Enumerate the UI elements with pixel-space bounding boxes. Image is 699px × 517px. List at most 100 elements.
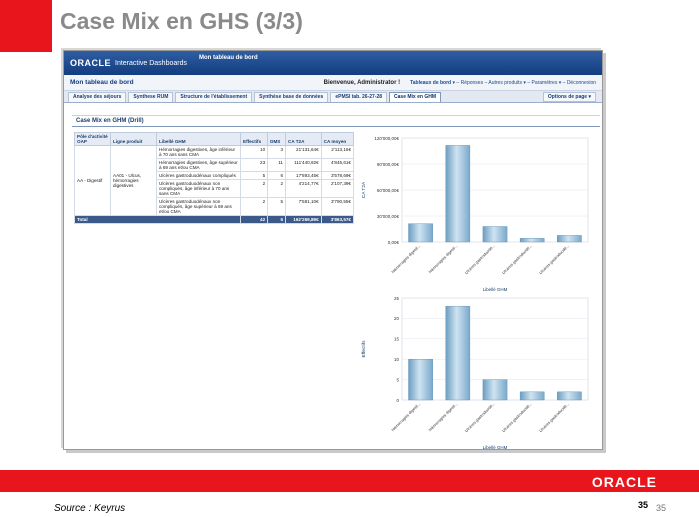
link-logout[interactable]: Déconnexion	[567, 80, 596, 86]
tab-analyse-sejours[interactable]: Analyse des séjours	[68, 92, 127, 102]
total-ca-t2a: 162'269,89€	[285, 215, 322, 224]
oracle-topbar: ORACLE Interactive Dashboards Mon tablea…	[64, 51, 602, 75]
libelle-cell[interactable]: Ulcères gastroduodénaux compliqués	[156, 171, 241, 180]
table-row: AA - Digestif AA01 - Ulcus, hémorragies …	[74, 145, 355, 216]
dashboard-tabs: Analyse des séjours Synthese RUM Structu…	[64, 91, 602, 103]
page-number-small: 35	[656, 503, 667, 513]
link-settings[interactable]: Paramètres	[532, 80, 558, 86]
welcome-text: Bienvenue, Administrator !	[323, 79, 401, 86]
table-header-row: Pôle d'activité OAP Ligne produit Libell…	[74, 132, 355, 146]
y-tick-label: 5	[396, 377, 399, 382]
x-tick-label: Ulcères gastroduodé...	[501, 243, 533, 275]
effectifs-chart: 0 5 10 15 20 25 Effectifs Hémorragies digesti..…	[356, 292, 600, 450]
ca-t2a-cell: 4'214,77€	[285, 179, 322, 198]
ca-moyen-cell: 3'578,69€	[320, 171, 355, 180]
bar	[408, 223, 433, 243]
y-tick-label: 10	[394, 357, 400, 362]
bar	[557, 391, 582, 401]
ca-moyen-cell: 2'113,16€	[320, 145, 355, 159]
product-name: Interactive Dashboards	[115, 59, 187, 67]
dms-cell: 11	[267, 158, 286, 172]
total-ca-moyen: 3'863,57€	[320, 215, 355, 224]
dms-cell: 5	[267, 197, 286, 216]
oracle-logo: ORACLE	[70, 58, 111, 68]
link-products[interactable]: Autres produits	[488, 80, 522, 86]
x-tick-label: Ulcères gastroduodé...	[464, 243, 496, 275]
libelle-cell[interactable]: Hémorragies digestives, âge inférieur à …	[156, 145, 241, 159]
y-tick-label: 25	[394, 296, 400, 301]
x-tick-label: Hémorragies digesti...	[390, 401, 421, 432]
bar	[445, 305, 471, 401]
source-note: Source : Keyrus	[54, 503, 126, 514]
y-tick-label: 0	[396, 398, 399, 403]
ca-t2a-cell: 111'440,92€	[285, 158, 322, 172]
libelle-cell[interactable]: Ulcères gastroduodénaux non compliqués, …	[156, 179, 241, 198]
tab-epmsi[interactable]: ePMSI tab. 26-27-28	[330, 92, 388, 102]
x-tick-label: Ulcères gastroduodé...	[538, 243, 570, 275]
y-tick-label: 0,00€	[388, 240, 400, 245]
y-axis-label: Effectifs	[361, 340, 367, 358]
bar-chart-svg-1: 0 5 10 15 20 25 Effectifs Hémorragies digesti..…	[361, 296, 589, 450]
ca-t2a-cell: 7'581,10€	[285, 197, 322, 216]
red-corner-block	[0, 0, 52, 52]
total-label: Total	[74, 215, 241, 224]
y-tick-label: 60'000,00€	[377, 188, 400, 193]
col-dms[interactable]: DMS	[267, 132, 286, 146]
total-row: Total 42 5 162'269,89€ 3'863,57€	[74, 215, 355, 224]
col-ligne[interactable]: Ligne produit	[110, 132, 157, 146]
footer-oracle-logo: ORACLE	[591, 474, 657, 490]
dms-cell: 6	[267, 171, 286, 180]
x-tick-label: Hémorragies digesti...	[427, 243, 458, 274]
col-pole[interactable]: Pôle d'activité OAP	[74, 132, 111, 146]
ligne-cell[interactable]: AA01 - Ulcus, hémorragies digestives	[110, 145, 157, 216]
bar	[445, 145, 471, 243]
tab-synthese-base[interactable]: Synthèse base de données	[254, 92, 329, 102]
dms-cell: 3	[267, 145, 286, 159]
effectifs-cell: 23	[239, 158, 269, 172]
bar	[408, 358, 433, 401]
total-dms: 5	[267, 215, 286, 224]
bar	[519, 238, 545, 243]
y-tick-label: 30'000,00€	[377, 214, 400, 219]
ca-t2a-chart: 0,00€ 30'000,00€ 60'000,00€ 90'000,00€ 120'0…	[356, 132, 600, 294]
page-options-button[interactable]: Options de page ▾	[542, 92, 596, 102]
bar	[482, 226, 508, 243]
slide-title: Case Mix en GHS (3/3)	[60, 8, 303, 34]
link-answers[interactable]: Réponses	[461, 80, 484, 86]
report-content: Case Mix en GHM (Drill) Pôle d'activité …	[72, 115, 600, 450]
page-options-label: Options de page	[547, 94, 588, 100]
ca-t2a-cell: 17'893,45€	[285, 171, 322, 180]
libelle-cell[interactable]: Ulcères gastroduodénaux non compliqués, …	[156, 197, 241, 216]
tab-case-mix[interactable]: Case Mix en GHM	[389, 92, 441, 102]
tab-synthese-rum[interactable]: Synthese RUM	[128, 92, 174, 102]
x-tick-label: Ulcères gastroduodé...	[501, 401, 533, 433]
bar	[519, 391, 545, 401]
col-ca-moyen[interactable]: CA moyen	[320, 132, 355, 146]
total-effectifs: 42	[239, 215, 269, 224]
section-title: Case Mix en GHM (Drill)	[72, 116, 600, 127]
ca-t2a-cell: 21'131,64€	[285, 145, 322, 159]
x-axis-label: Libellé GHM	[483, 445, 508, 450]
col-libelle[interactable]: Libellé GHM	[156, 132, 241, 146]
tab-structure[interactable]: Structure de l'établissement	[175, 92, 253, 102]
pole-cell[interactable]: AA - Digestif	[74, 145, 111, 216]
y-tick-label: 120'000,00€	[374, 136, 399, 141]
y-tick-label: 90'000,00€	[377, 162, 400, 167]
y-tick-label: 20	[394, 316, 400, 321]
effectifs-cell: 5	[239, 171, 269, 180]
effectifs-cell: 10	[239, 145, 269, 159]
subheader-title: Mon tableau de bord	[70, 79, 134, 86]
link-dashboards[interactable]: Tableaux de bord	[410, 80, 451, 86]
case-mix-table: Pôle d'activité OAP Ligne produit Libell…	[74, 132, 355, 224]
dashboard-screenshot: ORACLE Interactive Dashboards Mon tablea…	[63, 50, 603, 450]
ca-moyen-cell: 4'845,61€	[320, 158, 355, 172]
bar	[482, 379, 508, 401]
col-effectifs[interactable]: Effectifs	[239, 132, 269, 146]
header-links: Tableaux de bord ▾ – Réponses – Autres p…	[410, 79, 596, 86]
y-axis-label: CA T2A	[361, 181, 367, 198]
x-tick-label: Hémorragies digesti...	[427, 401, 458, 432]
effectifs-cell: 2	[239, 179, 269, 198]
col-ca-t2a[interactable]: CA T2A	[285, 132, 322, 146]
dashboard-name: Mon tableau de bord	[198, 55, 258, 61]
libelle-cell[interactable]: Hémorragies digestives, âge supérieur à …	[156, 158, 241, 172]
